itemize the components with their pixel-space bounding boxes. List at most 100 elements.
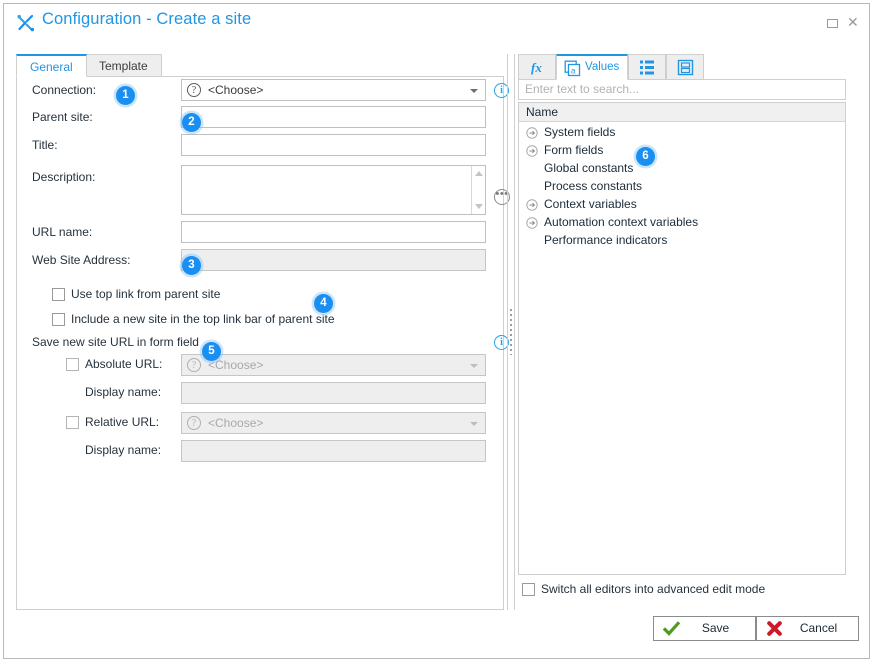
include-new-site-label: Include a new site in the top link bar o… <box>71 312 335 326</box>
values-icon: a <box>564 60 581 80</box>
save-button[interactable]: Save <box>653 616 756 641</box>
document-icon <box>677 59 694 79</box>
tab-function[interactable]: fx <box>518 54 556 80</box>
tab-template[interactable]: Template <box>85 54 162 77</box>
close-icon: ✕ <box>847 15 859 31</box>
callout-badge-5: 5 <box>202 342 221 361</box>
description-label: Description: <box>32 170 96 184</box>
list-item[interactable]: Performance indicators <box>519 231 845 249</box>
list-item[interactable]: Global constants <box>519 159 845 177</box>
callout-badge-3: 3 <box>182 256 201 275</box>
cancel-button[interactable]: Cancel <box>756 616 859 641</box>
general-form-panel: Connection: ? <Choose> i Parent site: ••… <box>16 76 510 610</box>
scroll-down-icon[interactable] <box>475 204 483 209</box>
tab-list[interactable] <box>628 54 666 80</box>
description-textarea[interactable] <box>181 165 486 215</box>
splitter-grip[interactable] <box>510 309 512 355</box>
title-label: Title: <box>32 138 58 152</box>
parent-site-input[interactable] <box>181 106 486 128</box>
right-tabstrip: fx a Values <box>518 54 859 80</box>
maximize-button[interactable] <box>826 16 842 32</box>
question-mark-icon: ? <box>187 83 201 97</box>
save-button-label: Save <box>701 621 730 635</box>
list-item-label: Form fields <box>544 143 604 157</box>
tab-document[interactable] <box>666 54 704 80</box>
svg-text:fx: fx <box>531 60 542 75</box>
absolute-url-checkbox[interactable] <box>66 358 79 371</box>
title-bar: Configuration - Create a site ✕ <box>4 4 869 42</box>
question-mark-icon: ? <box>187 358 201 372</box>
configuration-dialog: Configuration - Create a site ✕ General … <box>3 3 870 659</box>
title-input[interactable] <box>181 134 486 156</box>
chevron-down-icon <box>470 422 478 426</box>
chevron-down-icon <box>470 364 478 368</box>
list-item[interactable]: Context variables <box>519 195 845 213</box>
tab-values[interactable]: a Values <box>556 54 628 80</box>
list-icon <box>639 59 656 79</box>
parent-site-label: Parent site: <box>32 110 93 124</box>
expand-arrow-icon[interactable] <box>526 198 538 211</box>
expand-arrow-icon[interactable] <box>526 126 538 139</box>
connection-label: Connection: <box>32 83 97 97</box>
relative-display-name-label: Display name: <box>85 443 162 457</box>
page-title: Configuration - Create a site <box>42 10 252 28</box>
cancel-button-label: Cancel <box>799 621 838 635</box>
svg-text:a: a <box>571 67 576 76</box>
use-top-link-label: Use top link from parent site <box>71 287 221 301</box>
tree-column-header: Name <box>519 103 845 122</box>
left-tabstrip: General Template <box>16 54 504 77</box>
splitter-line-right <box>514 54 515 610</box>
scroll-up-icon[interactable] <box>475 171 483 176</box>
close-button[interactable]: ✕ <box>847 16 863 32</box>
include-new-site-checkbox[interactable] <box>52 313 65 326</box>
tree-item-list: System fields Form fields Global constan… <box>519 123 845 574</box>
relative-url-checkbox[interactable] <box>66 416 79 429</box>
splitter-line-left <box>507 54 508 610</box>
fx-icon: fx <box>530 59 548 79</box>
callout-badge-1: 1 <box>116 86 135 105</box>
expand-arrow-icon[interactable] <box>526 144 538 157</box>
use-top-link-checkbox[interactable] <box>52 288 65 301</box>
left-panel: General Template Connection: ? <Choose> … <box>16 54 510 610</box>
list-item-label: Process constants <box>544 179 643 193</box>
url-name-input[interactable] <box>181 221 486 243</box>
list-item[interactable]: Form fields <box>519 141 845 159</box>
dialog-content: General Template Connection: ? <Choose> … <box>4 42 869 658</box>
description-scrollbar[interactable] <box>471 166 485 214</box>
web-site-address-label: Web Site Address: <box>32 253 131 267</box>
advanced-mode-checkbox[interactable] <box>522 583 535 596</box>
callout-badge-4: 4 <box>314 294 333 313</box>
expand-arrow-icon[interactable] <box>526 216 538 229</box>
relative-url-value: <Choose> <box>208 416 264 430</box>
connection-value: <Choose> <box>208 83 264 97</box>
absolute-url-label: Absolute URL: <box>85 357 163 371</box>
values-tree: Name System fields Form fields Global co… <box>518 102 846 575</box>
url-name-label: URL name: <box>32 225 93 239</box>
question-mark-icon: ? <box>187 416 201 430</box>
callout-badge-6: 6 <box>636 147 655 166</box>
panel-splitter[interactable] <box>507 54 515 610</box>
list-item[interactable]: System fields <box>519 123 845 141</box>
tools-icon <box>16 13 36 33</box>
relative-url-dropdown: ? <Choose> <box>181 412 486 434</box>
dialog-footer: Save Cancel <box>4 606 869 658</box>
tab-values-label: Values <box>585 61 620 73</box>
web-site-address-input <box>181 249 486 271</box>
list-item-label: Context variables <box>544 197 637 211</box>
list-item-label: Automation context variables <box>544 215 699 229</box>
search-placeholder: Enter text to search... <box>525 82 640 96</box>
absolute-display-name-label: Display name: <box>85 385 162 399</box>
absolute-display-name-input <box>181 382 486 404</box>
list-item[interactable]: Automation context variables <box>519 213 845 231</box>
maximize-icon <box>827 19 838 28</box>
advanced-mode-label: Switch all editors into advanced edit mo… <box>541 582 766 596</box>
connection-dropdown[interactable]: ? <Choose> <box>181 79 486 101</box>
chevron-down-icon <box>470 89 478 93</box>
tab-general[interactable]: General <box>16 54 87 77</box>
list-item-label: System fields <box>544 125 616 139</box>
save-url-section-label: Save new site URL in form field <box>32 335 199 349</box>
relative-url-label: Relative URL: <box>85 415 160 429</box>
search-input[interactable]: Enter text to search... <box>518 79 846 100</box>
list-item[interactable]: Process constants <box>519 177 845 195</box>
tree-column-header-name: Name <box>526 105 559 119</box>
